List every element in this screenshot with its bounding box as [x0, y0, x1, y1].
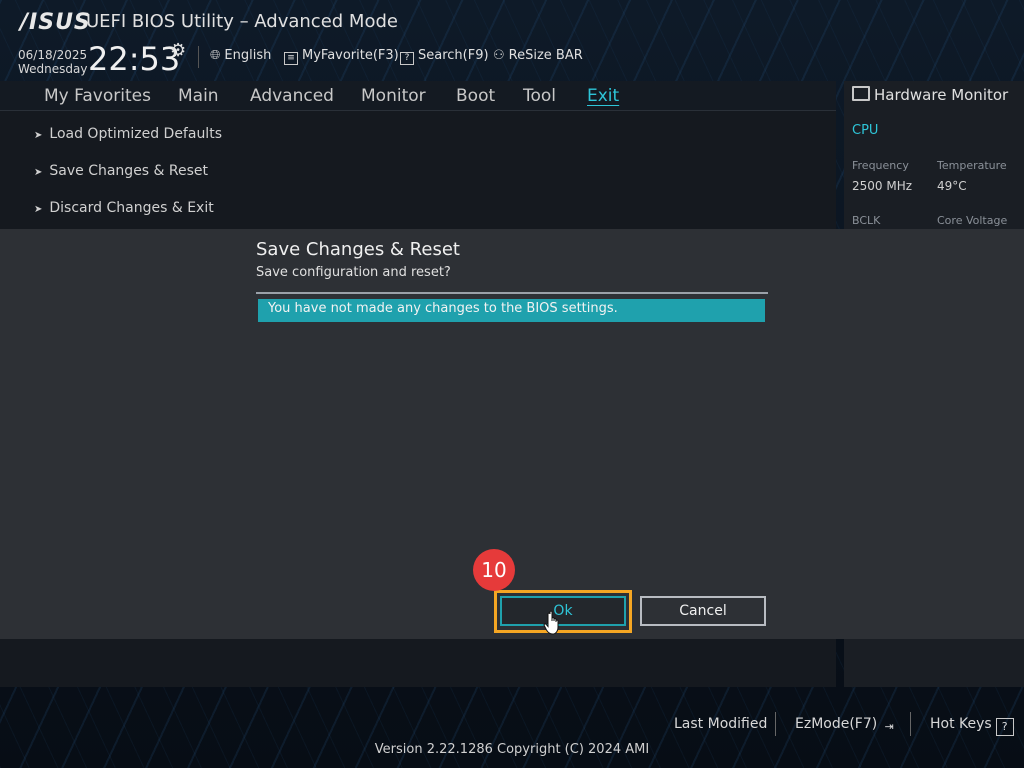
hardware-monitor-panel: Hardware Monitor CPU Frequency 2500 MHz …	[844, 81, 1024, 229]
search-button[interactable]: ? Search(F9)	[400, 48, 489, 65]
date-text: 06/18/2025	[18, 48, 88, 62]
hand-cursor-icon	[543, 610, 559, 635]
language-label: English	[224, 48, 272, 63]
version-info: Version 2.22.1286 Copyright (C) 2024 AMI	[374, 742, 650, 757]
myfavorite-button[interactable]: ≡ MyFavorite(F3)	[284, 48, 399, 65]
asus-logo: /ISUS	[20, 10, 91, 35]
dialog-subtitle: Save configuration and reset?	[256, 265, 451, 280]
tab-exit[interactable]: Exit	[587, 86, 619, 106]
weekday-text: Wednesday	[18, 62, 88, 76]
cpu-section-title: CPU	[852, 123, 879, 138]
ok-button[interactable]: Ok	[500, 596, 626, 626]
cancel-button[interactable]: Cancel	[640, 596, 766, 626]
menu-item-label: Discard Changes & Exit	[49, 200, 214, 216]
save-reset-dialog: Save Changes & Reset Save configuration …	[0, 229, 1024, 639]
frequency-value: 2500 MHz	[852, 179, 913, 193]
footer-divider	[910, 712, 911, 736]
tab-tool[interactable]: Tool	[523, 86, 556, 106]
lower-hardware-panel	[844, 639, 1024, 687]
hardware-monitor-label: Hardware Monitor	[874, 86, 1009, 104]
arrow-right-icon: ➤	[34, 167, 43, 178]
lower-content-panel	[0, 639, 836, 687]
menu-item-label: Load Optimized Defaults	[49, 126, 222, 142]
step-badge: 10	[473, 549, 515, 591]
arrow-right-icon: ➤	[34, 130, 43, 141]
exit-menu-panel: ➤ Load Optimized Defaults ➤ Save Changes &…	[0, 111, 836, 229]
help-icon: ?	[995, 718, 1014, 736]
help-search-icon: ?	[400, 52, 414, 65]
clock-display: 22:53	[88, 40, 181, 78]
search-label: Search(F9)	[418, 48, 489, 63]
resize-bar-icon: ⚇	[493, 48, 505, 63]
menu-item-discard-exit[interactable]: ➤ Discard Changes & Exit	[34, 200, 214, 216]
tab-monitor[interactable]: Monitor	[361, 86, 426, 106]
temperature-label: Temperature	[937, 159, 1007, 172]
myfavorite-label: MyFavorite(F3)	[302, 48, 399, 63]
menu-item-load-defaults[interactable]: ➤ Load Optimized Defaults	[34, 126, 222, 142]
ezmode-button[interactable]: EzMode(F7) ⇥	[795, 716, 897, 735]
favorite-list-icon: ≡	[284, 52, 298, 65]
footer-divider	[775, 712, 776, 736]
arrow-right-icon: ➤	[34, 204, 43, 215]
header-divider	[198, 46, 199, 68]
tab-main[interactable]: Main	[178, 86, 219, 106]
language-button[interactable]: 🌐︎ English	[210, 48, 271, 63]
globe-icon: 🌐︎	[210, 48, 221, 63]
last-modified-button[interactable]: Last Modified	[674, 716, 767, 732]
dialog-divider	[256, 292, 768, 294]
dialog-message: You have not made any changes to the BIO…	[258, 299, 765, 322]
core-voltage-label: Core Voltage	[937, 214, 1008, 227]
bclk-label: BCLK	[852, 214, 881, 227]
ezmode-label: EzMode(F7)	[795, 716, 878, 732]
temperature-value: 49°C	[937, 179, 967, 193]
menu-item-save-reset[interactable]: ➤ Save Changes & Reset	[34, 163, 208, 179]
hot-keys-label: Hot Keys	[930, 716, 992, 732]
hot-keys-button[interactable]: Hot Keys?	[930, 716, 1014, 736]
tab-my-favorites[interactable]: My Favorites	[44, 86, 151, 106]
frequency-label: Frequency	[852, 159, 909, 172]
exit-arrow-icon: ⇥	[884, 720, 894, 733]
monitor-icon	[852, 86, 870, 101]
app-title: UEFI BIOS Utility – Advanced Mode	[86, 11, 398, 32]
date-display: 06/18/2025 Wednesday	[18, 48, 87, 76]
resize-bar-button[interactable]: ⚇ ReSize BAR	[493, 48, 583, 63]
gear-icon[interactable]: ⚙	[170, 40, 186, 61]
hardware-monitor-title: Hardware Monitor	[852, 86, 1008, 104]
resize-bar-label: ReSize BAR	[508, 48, 583, 63]
tab-boot[interactable]: Boot	[456, 86, 495, 106]
dialog-title: Save Changes & Reset	[256, 239, 460, 260]
main-nav: My Favorites Main Advanced Monitor Boot …	[0, 81, 836, 111]
tab-advanced[interactable]: Advanced	[250, 86, 334, 106]
menu-item-label: Save Changes & Reset	[49, 163, 209, 179]
